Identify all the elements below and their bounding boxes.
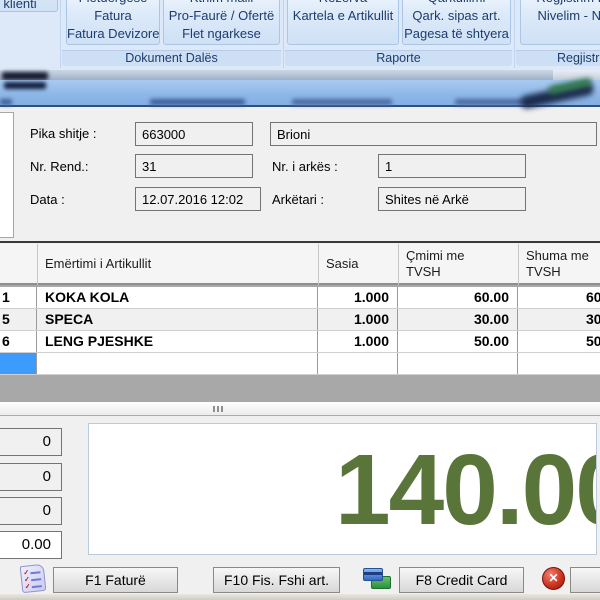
ribbon-button-qarkullimi[interactable]: Qarkullimi Qark. sipas art. Pagesa të sh… bbox=[402, 0, 511, 45]
f10-fshi-art-button[interactable]: F10 Fis. Fshi art. bbox=[213, 567, 340, 593]
col-header-name[interactable]: Emërtimi i Artikullit bbox=[45, 256, 151, 272]
pos-window: ga klienti Fletdergese Fatura Fatura Dev… bbox=[0, 0, 600, 600]
payment-amount-field[interactable]: 0.00 bbox=[0, 531, 62, 559]
col-header-qty[interactable]: Sasia bbox=[326, 256, 359, 272]
item-total-cell bbox=[518, 353, 600, 374]
pika-shitje-label: Pika shitje : bbox=[30, 126, 96, 141]
item-total-cell: 50.00 bbox=[518, 331, 600, 352]
col-header-total[interactable]: Shuma me TVSH bbox=[526, 248, 600, 280]
ribbon-line: Rezerva bbox=[288, 0, 398, 7]
blurred-text bbox=[150, 99, 245, 105]
items-table: Emërtimi i Artikullit Sasia Çmimi me TVS… bbox=[0, 244, 600, 402]
ribbon-separator bbox=[283, 0, 284, 68]
ribbon-group-regjistrime: Regjistr bbox=[516, 50, 600, 66]
blurred-app-title bbox=[2, 72, 48, 80]
data-label: Data : bbox=[30, 192, 65, 207]
table-row[interactable]: 5 SPECA 1.000 30.00 30.00 bbox=[0, 309, 600, 331]
ribbon-line: Pro-Faurë / Ofertë bbox=[164, 7, 279, 25]
col-header-price[interactable]: Çmimi me TVSH bbox=[406, 248, 478, 280]
item-name-cell: KOKA KOLA bbox=[37, 287, 318, 308]
ribbon-button-nga-klienti[interactable]: ga klienti bbox=[0, 0, 58, 12]
ribbon-line: Qarkullimi bbox=[403, 0, 510, 7]
selected-cell[interactable] bbox=[0, 353, 37, 374]
item-total-cell: 30.00 bbox=[518, 309, 600, 330]
ribbon-line: Flet ngarkese bbox=[164, 25, 279, 43]
pika-shitje-name-field[interactable]: Brioni bbox=[270, 122, 597, 146]
table-row[interactable]: 6 LENG PJESHKE 1.000 50.00 50.00 bbox=[0, 331, 600, 353]
window-chrome-segment bbox=[553, 70, 600, 80]
f1-fature-button[interactable]: F1 Faturë bbox=[53, 567, 178, 593]
total-field-1[interactable]: 0 bbox=[0, 428, 62, 456]
ribbon-toolbar: ga klienti Fletdergese Fatura Fatura Dev… bbox=[0, 0, 600, 70]
table-top-divider bbox=[0, 241, 600, 243]
grand-total-value: 140.00 bbox=[335, 440, 597, 540]
ribbon-line: Nivelim - Ndr bbox=[521, 7, 600, 25]
nr-rend-label: Nr. Rend.: bbox=[30, 159, 89, 174]
item-price-cell: 50.00 bbox=[398, 331, 518, 352]
ribbon-line: Pagesa të shtyera bbox=[403, 25, 510, 43]
ribbon-line: Fatura Devizore bbox=[67, 25, 159, 43]
ribbon-line: Fatura bbox=[67, 7, 159, 25]
ribbon-button-nivelim[interactable]: Regjistrim Ku Nivelim - Ndr bbox=[520, 0, 600, 45]
item-qty-cell: 1.000 bbox=[318, 309, 398, 330]
item-name-cell: SPECA bbox=[37, 309, 318, 330]
total-field-3[interactable]: 0 bbox=[0, 497, 62, 525]
ribbon-line bbox=[521, 25, 600, 43]
credit-card-icon bbox=[363, 567, 391, 591]
table-header-row: Emërtimi i Artikullit Sasia Çmimi me TVS… bbox=[0, 244, 600, 285]
row-number-cell: 5 bbox=[0, 309, 37, 330]
ribbon-button-label: ga klienti bbox=[0, 0, 37, 11]
blurred-text bbox=[0, 99, 12, 105]
ribbon-line: Qark. sipas art. bbox=[403, 7, 510, 25]
clipped-right-button[interactable] bbox=[570, 567, 600, 593]
ribbon-line: Fletdergese bbox=[67, 0, 159, 7]
pika-shitje-code-field[interactable]: 663000 bbox=[135, 122, 253, 146]
item-price-cell: 60.00 bbox=[398, 287, 518, 308]
horizontal-splitter[interactable] bbox=[0, 402, 600, 416]
ribbon-button-pro-faure[interactable]: Kthim malli Pro-Faurë / Ofertë Flet ngar… bbox=[163, 0, 280, 45]
ribbon-button-fatura[interactable]: Fletdergese Fatura Fatura Devizore bbox=[66, 0, 160, 45]
left-panel-strip bbox=[0, 112, 14, 238]
table-row[interactable]: 1 KOKA KOLA 1.000 60.00 60.00 bbox=[0, 287, 600, 309]
item-name-cell bbox=[37, 353, 318, 374]
blurred-text bbox=[455, 99, 525, 105]
ribbon-button-kartela[interactable]: Rezerva Kartela e Artikullit bbox=[287, 0, 399, 45]
splitter-grip-icon bbox=[213, 406, 223, 412]
blurred-company-name bbox=[4, 82, 46, 89]
item-price-cell: 30.00 bbox=[398, 309, 518, 330]
grand-total-display: 140.00 bbox=[88, 423, 597, 555]
item-price-cell bbox=[398, 353, 518, 374]
ribbon-line: Kthim malli bbox=[164, 0, 279, 7]
close-icon[interactable]: ✕ bbox=[542, 567, 565, 590]
item-qty-cell bbox=[318, 353, 398, 374]
item-total-cell: 60.00 bbox=[518, 287, 600, 308]
item-qty-cell: 1.000 bbox=[318, 331, 398, 352]
ribbon-group-dokument-dales: Dokument Dalës bbox=[62, 50, 281, 66]
row-number-cell: 6 bbox=[0, 331, 37, 352]
window-bottom-edge bbox=[0, 594, 600, 600]
blurred-text bbox=[292, 99, 392, 105]
ribbon-line bbox=[288, 25, 398, 43]
ribbon-separator bbox=[60, 0, 61, 68]
ribbon-line: Regjistrim Ku bbox=[521, 0, 600, 7]
table-row-empty[interactable] bbox=[0, 353, 600, 375]
window-chrome-bar bbox=[0, 70, 600, 80]
nr-rend-field[interactable]: 31 bbox=[135, 154, 253, 178]
item-name-cell: LENG PJESHKE bbox=[37, 331, 318, 352]
arketari-field[interactable]: Shites në Arkë bbox=[378, 187, 526, 211]
ribbon-group-raporte: Raporte bbox=[285, 50, 512, 66]
ribbon-line: Kartela e Artikullit bbox=[288, 7, 398, 25]
invoice-checklist-icon: ✓ ✓ ✓ bbox=[20, 564, 47, 593]
item-qty-cell: 1.000 bbox=[318, 287, 398, 308]
ribbon-separator bbox=[514, 0, 515, 68]
total-field-2[interactable]: 0 bbox=[0, 463, 62, 491]
nr-arkes-label: Nr. i arkës : bbox=[272, 159, 338, 174]
company-banner bbox=[0, 80, 600, 107]
arketari-label: Arkëtari : bbox=[272, 192, 324, 207]
f8-credit-card-button[interactable]: F8 Credit Card bbox=[399, 567, 524, 593]
nr-arkes-field[interactable]: 1 bbox=[378, 154, 526, 178]
data-field[interactable]: 12.07.2016 12:02 bbox=[135, 187, 261, 211]
row-number-cell: 1 bbox=[0, 287, 37, 308]
